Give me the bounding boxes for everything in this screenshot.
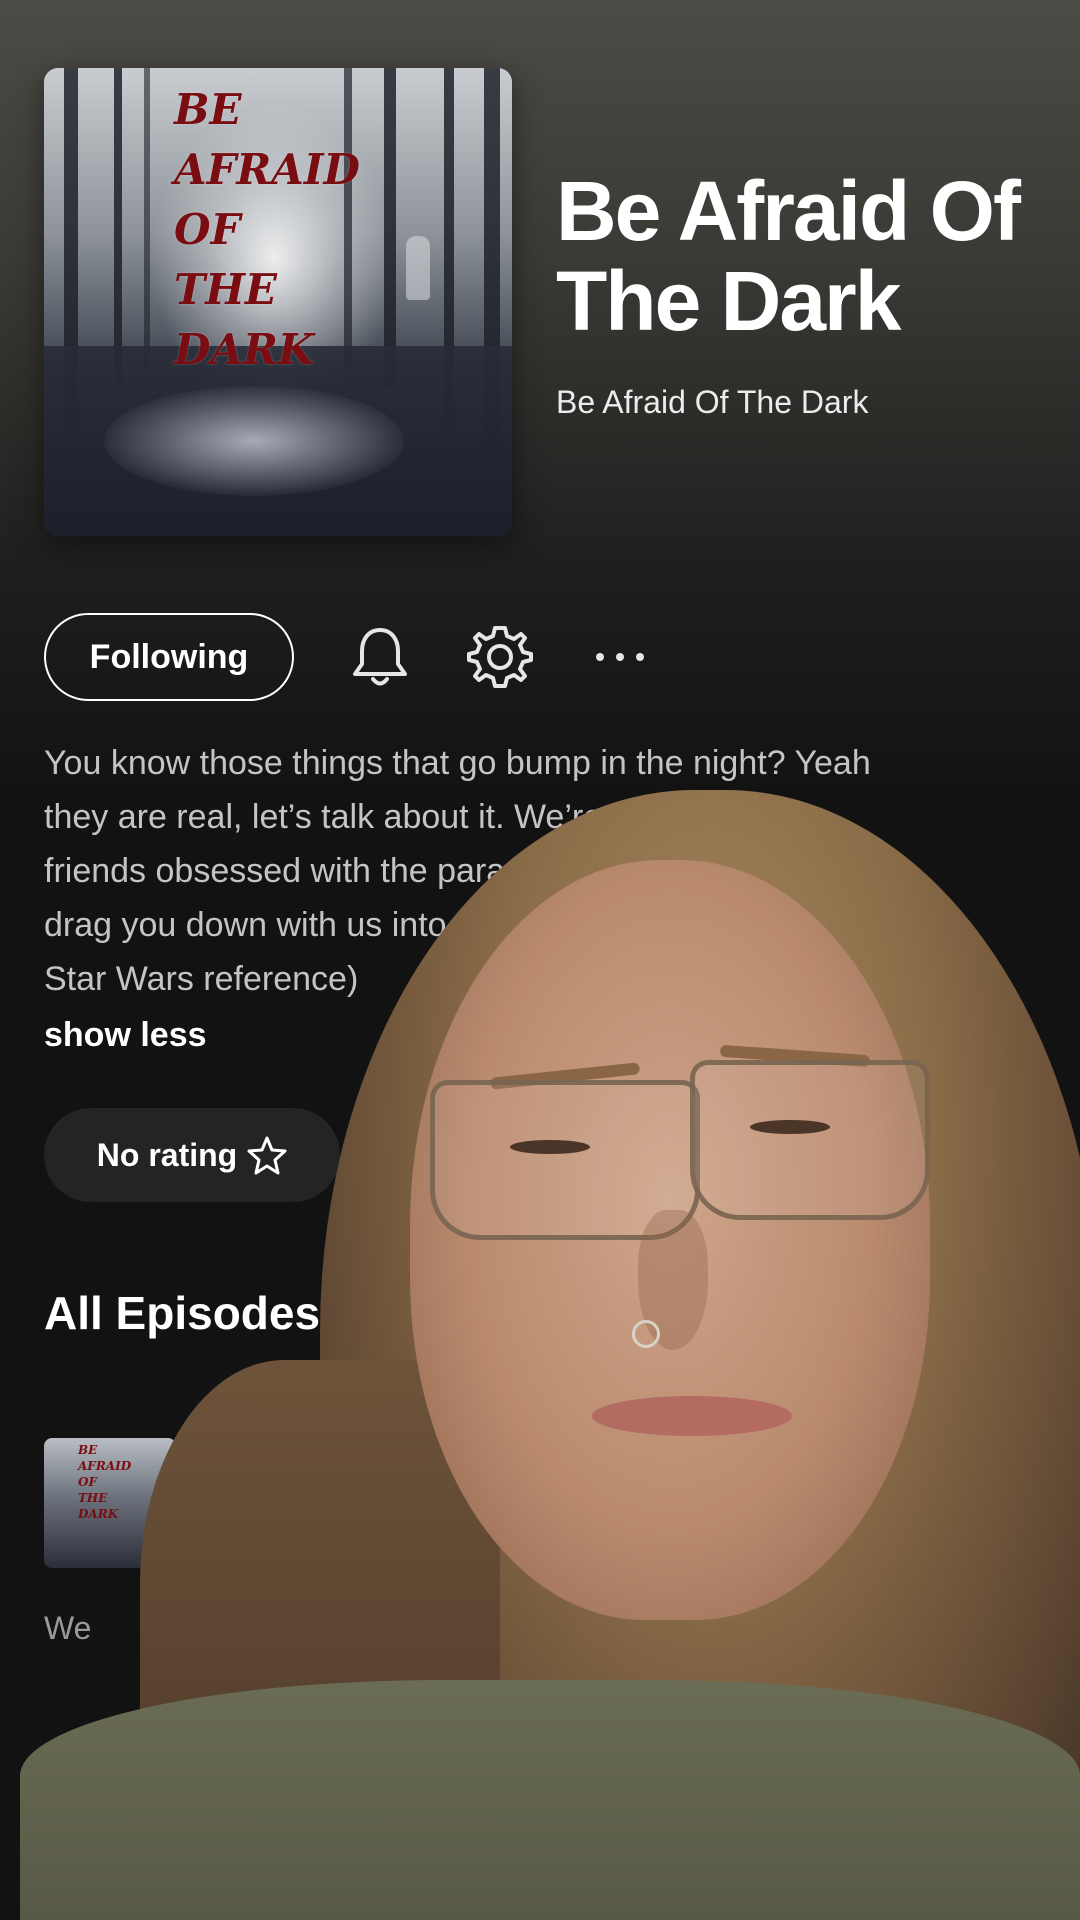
more-options-button[interactable] — [580, 617, 660, 697]
cover-word: OF — [78, 1475, 97, 1489]
cover-water-reflection — [104, 386, 404, 496]
cover-tree — [114, 68, 122, 388]
cover-word: OF — [174, 205, 241, 254]
podcast-description: You know those things that go bump in th… — [44, 736, 1044, 1006]
description-line: drag you down with us into the darkside.… — [44, 906, 753, 944]
notifications-button[interactable] — [340, 617, 420, 697]
star-outline-icon — [247, 1136, 287, 1175]
description-line: they are real, let’s talk about it. We’r… — [44, 798, 739, 836]
cover-word: DARK — [78, 1507, 119, 1521]
more-dots-icon — [596, 653, 644, 661]
cover-word: BE — [78, 1443, 98, 1457]
podcast-cover-art: BE AFRAID OF THE DARK — [44, 68, 512, 536]
rating-button[interactable]: No rating — [44, 1108, 340, 1202]
podcast-author[interactable]: Be Afraid Of The Dark — [556, 384, 1056, 421]
episode-snippet: We — [44, 1610, 92, 1646]
cover-word: DARK — [174, 325, 315, 374]
cover-ghost-figure — [406, 236, 430, 300]
episode-row[interactable]: BE AFRAID OF THE DARK Hell — [44, 1438, 1044, 1568]
cover-word: BE — [174, 85, 242, 134]
cover-word: THE — [174, 265, 277, 314]
cover-word: THE — [78, 1491, 108, 1505]
cover-tree — [144, 68, 150, 368]
episode-thumbnail: BE AFRAID OF THE DARK — [44, 1438, 176, 1568]
cover-title-text: BE AFRAID OF THE DARK — [174, 80, 360, 380]
gear-icon — [467, 626, 533, 688]
action-row: Following — [44, 610, 660, 704]
description-line: Star Wars reference) — [44, 960, 359, 998]
episode-title: Hell — [212, 1480, 281, 1524]
rating-label: No rating — [96, 1136, 238, 1173]
podcast-header: Be Afraid Of The Dark Be Afraid Of The D… — [556, 166, 1056, 421]
bell-icon — [353, 628, 407, 686]
podcast-page: BE AFRAID OF THE DARK Be Afraid Of The D… — [0, 0, 1080, 1920]
description-line: You know those things that go bump in th… — [44, 744, 871, 782]
settings-button[interactable] — [460, 617, 540, 697]
show-less-link[interactable]: show less — [44, 1016, 207, 1055]
episode-thumbnail-text: BE AFRAID OF THE DARK — [78, 1442, 131, 1522]
cover-word: AFRAID — [78, 1459, 132, 1473]
all-episodes-heading: All Episodes — [44, 1287, 321, 1339]
cover-word: AFRAID — [174, 145, 360, 194]
podcast-title: Be Afraid Of The Dark — [556, 164, 1021, 348]
cover-tree — [384, 68, 396, 388]
following-button[interactable]: Following — [44, 613, 294, 701]
description-line: friends obsessed with the paranormal and… — [44, 852, 787, 890]
